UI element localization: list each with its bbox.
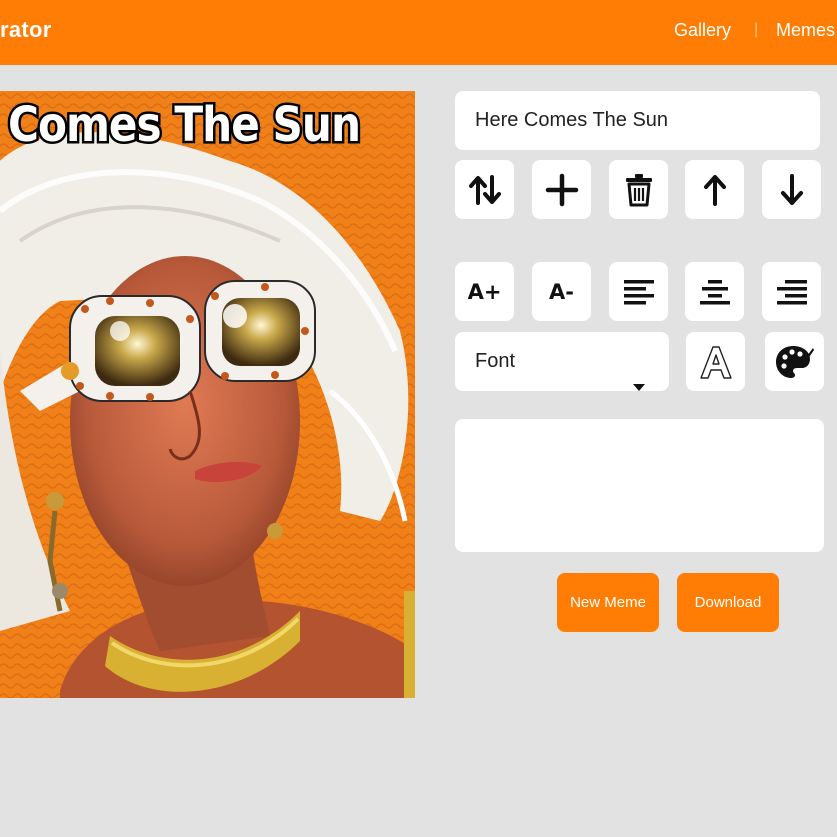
app-header: rator Gallery | Memes — [0, 0, 837, 65]
palette-icon — [775, 345, 814, 378]
move-up-button[interactable] — [685, 160, 744, 219]
align-left-button[interactable] — [609, 262, 668, 321]
nav-link-gallery[interactable]: Gallery — [674, 20, 731, 41]
decrease-font-icon: A- — [549, 279, 574, 304]
align-left-icon — [623, 279, 654, 304]
increase-font-button[interactable]: A+ — [455, 262, 514, 321]
meme-caption[interactable]: Comes The Sun — [0, 91, 415, 152]
font-select[interactable]: Font — [455, 332, 669, 391]
nav-separator: | — [754, 21, 759, 38]
outline-a-icon — [699, 345, 732, 379]
nav-link-memes[interactable]: Memes — [776, 20, 835, 41]
meme-image — [0, 91, 415, 698]
decrease-font-button[interactable]: A- — [532, 262, 591, 321]
move-down-button[interactable] — [762, 160, 821, 219]
stroke-color-button[interactable] — [686, 332, 745, 391]
increase-font-icon: A+ — [467, 279, 502, 304]
new-meme-button[interactable]: New Meme — [557, 573, 659, 632]
delete-line-button[interactable] — [609, 160, 668, 219]
align-center-icon — [699, 279, 730, 304]
chevron-down-icon — [633, 384, 645, 391]
extra-text-area[interactable] — [455, 419, 824, 552]
align-right-button[interactable] — [762, 262, 821, 321]
fill-color-button[interactable] — [765, 332, 824, 391]
add-line-button[interactable] — [532, 160, 591, 219]
arrow-down-icon — [780, 173, 803, 205]
app-logo[interactable]: rator — [0, 17, 52, 43]
font-select-value: Font — [475, 350, 516, 372]
plus-icon — [545, 173, 578, 206]
swap-vertical-icon — [468, 174, 501, 205]
meme-canvas[interactable]: Comes The Sun — [0, 91, 415, 698]
switch-line-button[interactable] — [455, 160, 514, 219]
meme-caption-text: Comes The Sun — [8, 97, 360, 151]
trash-icon — [625, 173, 652, 206]
meme-text-input[interactable] — [455, 91, 820, 150]
align-right-icon — [776, 279, 807, 304]
arrow-up-icon — [703, 174, 726, 206]
align-center-button[interactable] — [685, 262, 744, 321]
download-button[interactable]: Download — [677, 573, 779, 632]
